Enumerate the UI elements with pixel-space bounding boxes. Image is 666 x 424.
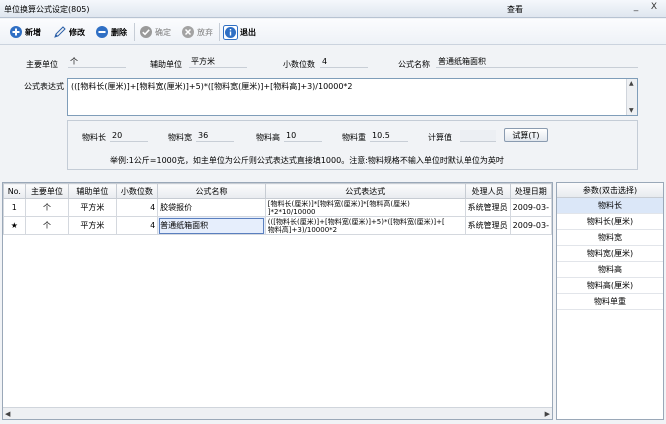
decimals-field[interactable]: 4 <box>320 56 368 68</box>
delete-button[interactable]: 删除 <box>94 22 127 42</box>
param-item[interactable]: 物料长(厘米) <box>557 214 663 230</box>
formula-name-label: 公式名称 <box>398 60 430 69</box>
formula-table: No. 主要单位 辅助单位 小数位数 公式名称 公式表达式 处理人员 处理日期 … <box>2 182 553 420</box>
row-no: 1 <box>3 198 26 217</box>
minimize-button[interactable]: _ <box>630 2 642 12</box>
discard-button[interactable]: 放弃 <box>180 22 213 42</box>
test-length-label: 物料长 <box>82 133 106 142</box>
expr-line: (([物料长(厘米)]+[物料宽(厘米)]+5)*([物料宽(厘米)]+[ <box>267 217 445 226</box>
test-height-label: 物料高 <box>256 133 280 142</box>
info-icon <box>223 24 238 40</box>
calc-value-label: 计算值 <box>428 133 452 142</box>
scroll-down-icon[interactable]: ▼ <box>629 107 634 114</box>
col-operator[interactable]: 处理人员 <box>464 183 511 199</box>
row-formula-name[interactable]: 普通纸箱面积 <box>157 216 266 235</box>
col-decimals[interactable]: 小数位数 <box>115 183 159 199</box>
exit-button[interactable]: 退出 <box>223 22 256 42</box>
toolbar-separator <box>134 23 135 41</box>
expr-line: 物料高]+3)/10000*2 <box>267 225 338 234</box>
exit-label: 退出 <box>240 27 256 37</box>
check-icon <box>138 25 153 40</box>
example-note: 举例:1公斤=1000克，如主单位为公斤则公式表达式直接填1000。注意:物料规… <box>110 156 504 165</box>
col-formula-expr[interactable]: 公式表达式 <box>264 183 466 199</box>
table-row[interactable]: 1 个 平方米 4 胶袋报价 [物料长(厘米)]*[物料宽(厘米)]*[物料高(… <box>3 198 553 217</box>
param-item[interactable]: 物料高 <box>557 262 663 278</box>
expr-line: ]*2*10/10000 <box>267 207 316 216</box>
test-length-field[interactable]: 20 <box>110 130 148 142</box>
toolbar: 新增 修改 删除 确定 放弃 退出 <box>0 19 666 45</box>
main-unit-label: 主要单位 <box>26 60 58 69</box>
new-button[interactable]: 新增 <box>8 22 41 42</box>
param-list-header: 参数(双击选择) <box>557 183 663 198</box>
delete-label: 删除 <box>111 27 127 37</box>
param-item[interactable]: 物料单重 <box>557 294 663 310</box>
close-button[interactable]: X <box>648 2 660 12</box>
param-item[interactable]: 物料高(厘米) <box>557 278 663 294</box>
col-formula-name[interactable]: 公式名称 <box>157 183 266 199</box>
decimals-label: 小数位数 <box>283 60 315 69</box>
row-formula-name: 胶袋报价 <box>157 198 266 217</box>
scroll-right-icon[interactable]: ▶ <box>545 410 550 418</box>
param-item[interactable]: 物料宽(厘米) <box>557 246 663 262</box>
pencil-icon <box>52 25 67 40</box>
test-width-field[interactable]: 36 <box>196 130 234 142</box>
form-area: 主要单位 个 辅助单位 平方米 小数位数 4 公式名称 普通纸箱面积 公式表达式… <box>0 46 666 180</box>
test-height-field[interactable]: 10 <box>284 130 322 142</box>
window-title: 单位换算公式设定(805) <box>4 5 90 14</box>
title-bar: 单位换算公式设定(805) 查看 _ X <box>0 0 666 18</box>
row-operator: 系统管理员 <box>464 216 511 235</box>
window-mode-label: 查看 <box>507 5 523 14</box>
calc-value-field <box>460 130 496 142</box>
minus-icon <box>94 25 109 40</box>
row-current-marker: ★ <box>3 216 26 235</box>
add-icon <box>8 25 23 40</box>
formula-expr-label: 公式表达式 <box>24 82 64 91</box>
confirm-button[interactable]: 确定 <box>138 22 171 42</box>
param-item[interactable]: 物料宽 <box>557 230 663 246</box>
row-main-unit: 个 <box>24 198 70 217</box>
edit-label: 修改 <box>69 27 85 37</box>
test-weight-field[interactable]: 10.5 <box>370 130 408 142</box>
row-operator: 系统管理员 <box>464 198 511 217</box>
aux-unit-field[interactable]: 平方米 <box>189 56 247 68</box>
test-calc-button[interactable]: 试算(T) <box>504 128 548 142</box>
row-date: 2009-03- <box>509 216 553 235</box>
formula-expr-text: (([物料长(厘米)]+[物料宽(厘米)]+5)*([物料宽(厘米)]+[物料高… <box>71 82 353 91</box>
edit-button[interactable]: 修改 <box>52 22 85 42</box>
toolbar-separator <box>219 23 220 41</box>
table-hscrollbar[interactable]: ◀ ▶ <box>3 407 552 419</box>
discard-label: 放弃 <box>197 27 213 37</box>
param-item[interactable]: 物料长 <box>557 198 663 214</box>
test-calc-group: 物料长 20 物料宽 36 物料高 10 物料重 10.5 计算值 试算(T) … <box>67 120 638 170</box>
row-formula-expr: (([物料长(厘米)]+[物料宽(厘米)]+5)*([物料宽(厘米)]+[ 物料… <box>264 216 466 235</box>
formula-scrollbar[interactable]: ▲ ▼ <box>626 79 637 115</box>
row-decimals: 4 <box>115 198 159 217</box>
row-aux-unit: 平方米 <box>68 198 117 217</box>
new-label: 新增 <box>25 27 41 37</box>
formula-name-field[interactable]: 普通纸箱面积 <box>436 56 638 68</box>
col-aux-unit[interactable]: 辅助单位 <box>68 183 117 199</box>
row-decimals: 4 <box>115 216 159 235</box>
test-width-label: 物料宽 <box>168 133 192 142</box>
row-aux-unit: 平方米 <box>68 216 117 235</box>
table-header-row: No. 主要单位 辅助单位 小数位数 公式名称 公式表达式 处理人员 处理日期 <box>3 183 553 199</box>
param-list: 参数(双击选择) 物料长 物料长(厘米) 物料宽 物料宽(厘米) 物料高 物料高… <box>556 182 664 420</box>
row-date: 2009-03- <box>509 198 553 217</box>
confirm-label: 确定 <box>155 27 171 37</box>
discard-icon <box>180 25 195 40</box>
main-unit-field[interactable]: 个 <box>68 56 126 68</box>
col-date[interactable]: 处理日期 <box>509 183 553 199</box>
scroll-left-icon[interactable]: ◀ <box>5 410 10 418</box>
col-no[interactable]: No. <box>3 183 26 199</box>
test-weight-label: 物料重 <box>342 133 366 142</box>
table-row[interactable]: ★ 个 平方米 4 普通纸箱面积 (([物料长(厘米)]+[物料宽(厘米)]+5… <box>3 216 553 235</box>
scroll-up-icon[interactable]: ▲ <box>629 80 634 87</box>
expr-line: [物料长(厘米)]*[物料宽(厘米)]*[物料高(厘米) <box>267 199 410 208</box>
formula-expr-textarea[interactable]: (([物料长(厘米)]+[物料宽(厘米)]+5)*([物料宽(厘米)]+[物料高… <box>67 78 638 116</box>
aux-unit-label: 辅助单位 <box>150 60 182 69</box>
col-main-unit[interactable]: 主要单位 <box>24 183 70 199</box>
row-main-unit: 个 <box>24 216 70 235</box>
row-formula-expr: [物料长(厘米)]*[物料宽(厘米)]*[物料高(厘米) ]*2*10/1000… <box>264 198 466 217</box>
